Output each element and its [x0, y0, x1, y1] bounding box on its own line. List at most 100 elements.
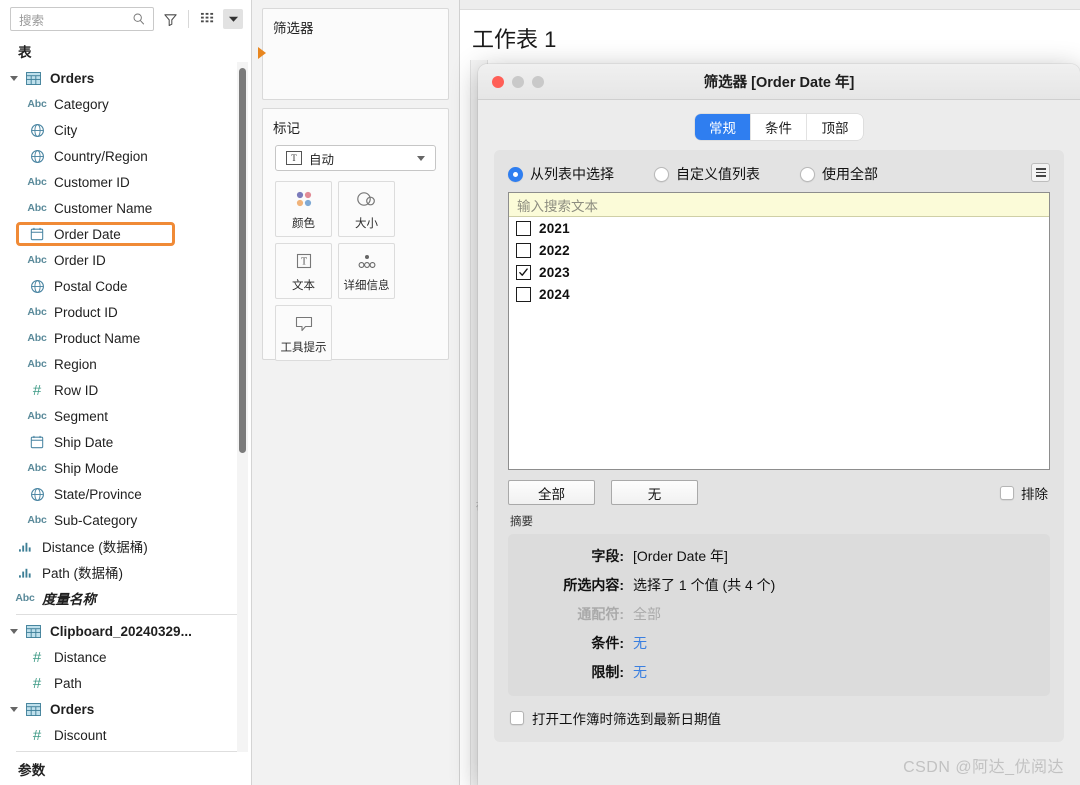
tab-condition[interactable]: 条件 [751, 114, 807, 140]
summary-row-field: 字段: [Order Date 年] [508, 546, 1050, 566]
radio-icon[interactable] [800, 166, 815, 182]
sidebar-scrollbar-thumb[interactable] [239, 68, 246, 453]
latest-date-checkbox-wrap[interactable]: 打开工作簿时筛选到最新日期值 [508, 708, 1050, 728]
exclude-checkbox-wrap[interactable]: 排除 [1000, 483, 1048, 503]
tree-group-orders[interactable]: Orders [0, 65, 251, 91]
field-row-id[interactable]: # Row ID [0, 377, 251, 403]
marks-size-button[interactable]: 大小 [338, 181, 395, 237]
abc-icon: Abc [27, 306, 47, 318]
size-icon [355, 188, 379, 212]
summary-value: 全部 [633, 606, 661, 622]
field-sub-category[interactable]: Abc Sub-Category [0, 507, 251, 533]
worksheet-title: 工作表 1 [472, 27, 557, 52]
summary-row-selection: 所选内容: 选择了 1 个值 (共 4 个) [508, 575, 1050, 595]
mark-type-select[interactable]: T 自动 [275, 145, 436, 171]
field-discount[interactable]: # Discount [0, 722, 251, 748]
field-label: Postal Code [54, 278, 128, 294]
summary-key: 字段: [591, 548, 624, 564]
checkbox-2023[interactable] [516, 264, 531, 280]
expand-caret-icon[interactable] [6, 75, 22, 81]
field-segment[interactable]: Abc Segment [0, 403, 251, 429]
summary-value-link[interactable]: 无 [633, 633, 647, 653]
field-postal-code[interactable]: Postal Code [0, 273, 251, 299]
marks-text-button[interactable]: T 文本 [275, 243, 332, 299]
list-item[interactable]: 2023 [509, 261, 1049, 283]
chevron-down-icon[interactable] [417, 155, 425, 161]
abc-icon: Abc [27, 358, 47, 370]
globe-icon [26, 149, 48, 164]
expand-caret-icon[interactable] [6, 628, 22, 634]
dialog-titlebar[interactable]: 筛选器 [Order Date 年] [478, 64, 1080, 100]
marks-tooltip-button[interactable]: 工具提示 [275, 305, 332, 361]
checkbox-2022[interactable] [516, 242, 531, 258]
field-ship-date[interactable]: Ship Date [0, 429, 251, 455]
hamburger-icon[interactable] [1031, 163, 1050, 182]
field-distance-bin[interactable]: Distance (数据桶) [0, 533, 251, 559]
tab-general[interactable]: 常规 [695, 114, 751, 140]
list-item[interactable]: 2024 [509, 283, 1049, 305]
field-order-id[interactable]: Abc Order ID [0, 247, 251, 273]
field-label: Sub-Category [54, 512, 138, 528]
field-ship-mode[interactable]: Abc Ship Mode [0, 455, 251, 481]
checkbox-2021[interactable] [516, 220, 531, 236]
radio-select-from-list[interactable]: 从列表中选择 [508, 164, 614, 184]
filters-card[interactable]: 筛选器 [258, 8, 449, 100]
tab-top[interactable]: 顶部 [807, 114, 863, 140]
radio-custom-value-list[interactable]: 自定义值列表 [654, 164, 760, 184]
marks-card: 标记 T 自动 颜色 大小 T 文本 详细信息 工具提示 [262, 108, 449, 361]
latest-date-checkbox[interactable] [510, 711, 524, 725]
field-label: City [54, 122, 78, 138]
tree-group-clipboard[interactable]: Clipboard_20240329... [0, 618, 251, 644]
abc-icon: Abc [27, 254, 47, 266]
select-all-button[interactable]: 全部 [508, 480, 595, 505]
field-label: Ship Date [54, 434, 114, 450]
field-measure-names[interactable]: Abc 度量名称 [0, 585, 251, 611]
radio-label: 自定义值列表 [676, 166, 760, 182]
summary-value-link[interactable]: 无 [633, 662, 647, 682]
field-clipboard-path[interactable]: # Path [0, 670, 251, 696]
group-label: Orders [50, 701, 95, 717]
field-label: Product Name [54, 330, 141, 346]
field-path-bin[interactable]: Path (数据桶) [0, 559, 251, 585]
checkbox-2024[interactable] [516, 286, 531, 302]
field-customer-name[interactable]: Abc Customer Name [0, 195, 251, 221]
field-product-id[interactable]: Abc Product ID [0, 299, 251, 325]
parameters-heading: 参数 [18, 763, 46, 778]
field-label: Category [54, 96, 109, 112]
abc-icon: Abc [15, 592, 35, 604]
field-state-province[interactable]: State/Province [0, 481, 251, 507]
mark-type-value: 自动 [309, 152, 335, 167]
radio-use-all[interactable]: 使用全部 [800, 164, 878, 184]
select-none-button[interactable]: 无 [611, 480, 698, 505]
search-input[interactable]: 搜索 [10, 7, 154, 31]
field-region[interactable]: Abc Region [0, 351, 251, 377]
marks-color-button[interactable]: 颜色 [275, 181, 332, 237]
field-label: Path (数据桶) [42, 566, 124, 581]
tree-group-orders-measures[interactable]: Orders [0, 696, 251, 722]
list-item-label: 2024 [539, 286, 570, 302]
field-category[interactable]: Abc Category [0, 91, 251, 117]
field-product-name[interactable]: Abc Product Name [0, 325, 251, 351]
chevron-down-icon[interactable] [223, 9, 243, 29]
tree-divider [16, 751, 241, 752]
radio-icon[interactable] [508, 166, 523, 182]
list-search-input[interactable]: 输入搜索文本 [509, 193, 1049, 217]
field-customer-id[interactable]: Abc Customer ID [0, 169, 251, 195]
field-country-region[interactable]: Country/Region [0, 143, 251, 169]
list-item[interactable]: 2022 [509, 239, 1049, 261]
grid-icon[interactable] [197, 9, 217, 29]
expand-caret-icon[interactable] [6, 706, 22, 712]
list-search-placeholder: 输入搜索文本 [517, 198, 598, 214]
list-item[interactable]: 2021 [509, 217, 1049, 239]
field-city[interactable]: City [0, 117, 251, 143]
field-clipboard-distance[interactable]: # Distance [0, 644, 251, 670]
field-order-date[interactable]: Order Date [0, 221, 251, 247]
funnel-icon[interactable] [160, 9, 180, 29]
abc-icon: Abc [27, 514, 47, 526]
globe-icon [26, 123, 48, 138]
marks-detail-button[interactable]: 详细信息 [338, 243, 395, 299]
group-label: Clipboard_20240329... [50, 623, 192, 639]
radio-icon[interactable] [654, 166, 669, 182]
search-icon [133, 13, 145, 25]
exclude-checkbox[interactable] [1000, 485, 1014, 500]
